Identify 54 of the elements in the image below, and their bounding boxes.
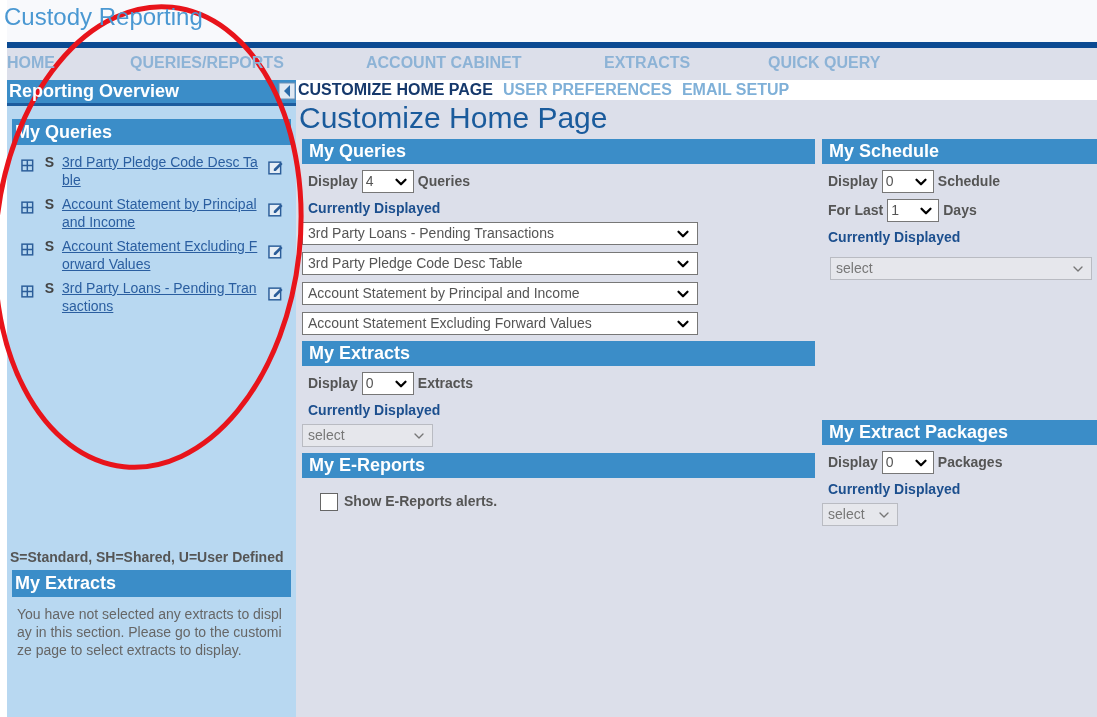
query-type: S (44, 195, 54, 213)
panel-header: My E-Reports (302, 453, 815, 478)
field-label: Display (308, 172, 358, 191)
field-label: Display (828, 172, 878, 191)
panel-header: My Extracts (302, 341, 815, 366)
edit-icon[interactable] (268, 201, 284, 217)
field-label: Display (308, 374, 358, 393)
select-field[interactable]: 3rd Party Loans - Pending Transactions (302, 222, 698, 245)
panel-header: My Queries (302, 139, 815, 164)
count-select[interactable]: 0 (881, 451, 934, 474)
edit-icon[interactable] (268, 159, 284, 175)
subnav-tab[interactable]: EMAIL SETUP (681, 78, 790, 102)
select-field[interactable]: Account Statement Excluding Forward Values (302, 312, 698, 335)
field-label: Queries (417, 172, 470, 191)
collapse-icon[interactable] (278, 82, 296, 100)
field-label: Display (828, 453, 878, 472)
checkbox[interactable] (320, 492, 338, 511)
legend-text: S=Standard, SH=Shared, U=User Defined (9, 548, 285, 566)
field-label: Packages (937, 453, 1003, 472)
select-field[interactable]: Account Statement by Principal and Income (302, 282, 698, 305)
query-link[interactable]: Account Statement by Principal and Income (62, 195, 259, 231)
edit-icon[interactable] (268, 285, 284, 301)
grid-icon[interactable] (21, 159, 34, 172)
section-label: Currently Displayed (828, 228, 962, 247)
query-link[interactable]: 3rd Party Loans - Pending Transactions (62, 279, 259, 315)
field-label: Schedule (937, 172, 1001, 191)
query-link[interactable]: Account Statement Excluding Forward Values (62, 237, 259, 273)
count-select[interactable]: 0 (881, 170, 934, 193)
panel-header: My Schedule (822, 139, 1097, 164)
page-title: Customize Home Page (298, 100, 609, 136)
edit-icon[interactable] (268, 243, 284, 259)
section-label: Currently Displayed (828, 480, 962, 499)
section-header: My Extracts (12, 570, 291, 597)
checkbox-label: Show E-Reports alerts. (344, 492, 498, 511)
section-label: Currently Displayed (308, 401, 442, 420)
panel-header: My Extract Packages (822, 420, 1097, 445)
section-label: Currently Displayed (308, 199, 442, 218)
field-label: Days (943, 201, 977, 220)
count-select[interactable]: 4 (361, 170, 414, 193)
subnav-tab[interactable]: CUSTOMIZE HOME PAGE (298, 78, 493, 102)
grid-icon[interactable] (21, 201, 34, 214)
extracts-message: You have not selected any extracts to display in this section. Please go to the customize page to select extracts to display. (16, 605, 283, 660)
field-label: For Last (828, 201, 884, 220)
count-select[interactable]: 0 (361, 372, 414, 395)
grid-icon[interactable] (21, 285, 34, 298)
query-type: S (44, 153, 54, 171)
query-link[interactable]: 3rd Party Pledge Code Desc Table (62, 153, 259, 189)
subnav-tab[interactable]: USER PREFERENCES (503, 78, 672, 102)
query-type: S (44, 279, 54, 297)
query-type: S (44, 237, 54, 255)
field-label: Extracts (417, 374, 474, 393)
grid-icon[interactable] (21, 243, 34, 256)
count-select[interactable]: 1 (887, 199, 940, 222)
select-field[interactable]: 3rd Party Pledge Code Desc Table (302, 252, 698, 275)
